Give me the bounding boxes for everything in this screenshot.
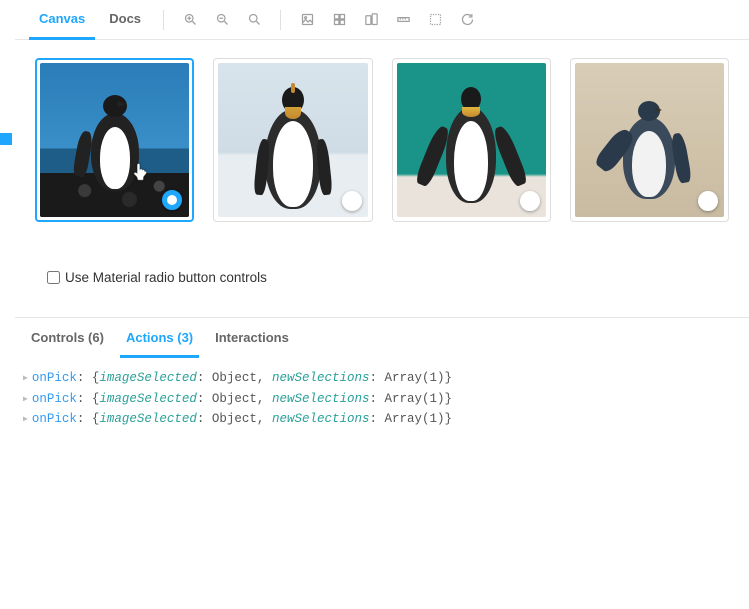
material-checkbox[interactable] (47, 271, 60, 284)
image-card[interactable] (392, 58, 551, 222)
image-card[interactable] (213, 58, 372, 222)
radio-unselected-icon (698, 191, 718, 211)
outline-icon[interactable] (421, 6, 449, 34)
log-entry[interactable]: ▶onPick: {imageSelected: Object, newSele… (23, 368, 741, 389)
actions-log: ▶onPick: {imageSelected: Object, newSele… (15, 358, 749, 440)
refresh-icon[interactable] (453, 6, 481, 34)
grid-icon[interactable] (325, 6, 353, 34)
toolbar-separator (280, 10, 281, 30)
zoom-in-icon[interactable] (176, 6, 204, 34)
chevron-right-icon: ▶ (23, 372, 28, 385)
log-entry[interactable]: ▶onPick: {imageSelected: Object, newSele… (23, 409, 741, 430)
tab-docs[interactable]: Docs (99, 0, 151, 40)
tab-interactions[interactable]: Interactions (209, 318, 295, 358)
sidebar-marker (0, 133, 12, 145)
zoom-out-icon[interactable] (208, 6, 236, 34)
material-checkbox-label: Use Material radio button controls (65, 270, 267, 285)
image-card[interactable] (570, 58, 729, 222)
measure-icon[interactable] (389, 6, 417, 34)
log-entry[interactable]: ▶onPick: {imageSelected: Object, newSele… (23, 389, 741, 410)
background-icon[interactable] (293, 6, 321, 34)
image-card[interactable] (35, 58, 194, 222)
zoom-reset-icon[interactable] (240, 6, 268, 34)
radio-unselected-icon (342, 191, 362, 211)
canvas-area: Use Material radio button controls (15, 40, 749, 295)
image-picker-row (35, 58, 729, 222)
main-panel: Canvas Docs (15, 0, 749, 609)
viewport-mobile-icon[interactable] (357, 6, 385, 34)
tab-canvas[interactable]: Canvas (29, 0, 95, 40)
addons-panel: Controls (6) Actions (3) Interactions ▶o… (15, 317, 749, 440)
addons-tabs: Controls (6) Actions (3) Interactions (15, 318, 749, 358)
tab-controls[interactable]: Controls (6) (25, 318, 110, 358)
material-checkbox-row: Use Material radio button controls (35, 222, 729, 285)
top-toolbar: Canvas Docs (15, 0, 749, 40)
radio-unselected-icon (520, 191, 540, 211)
tab-actions[interactable]: Actions (3) (120, 318, 199, 358)
chevron-right-icon: ▶ (23, 393, 28, 406)
chevron-right-icon: ▶ (23, 413, 28, 426)
toolbar-separator (163, 10, 164, 30)
